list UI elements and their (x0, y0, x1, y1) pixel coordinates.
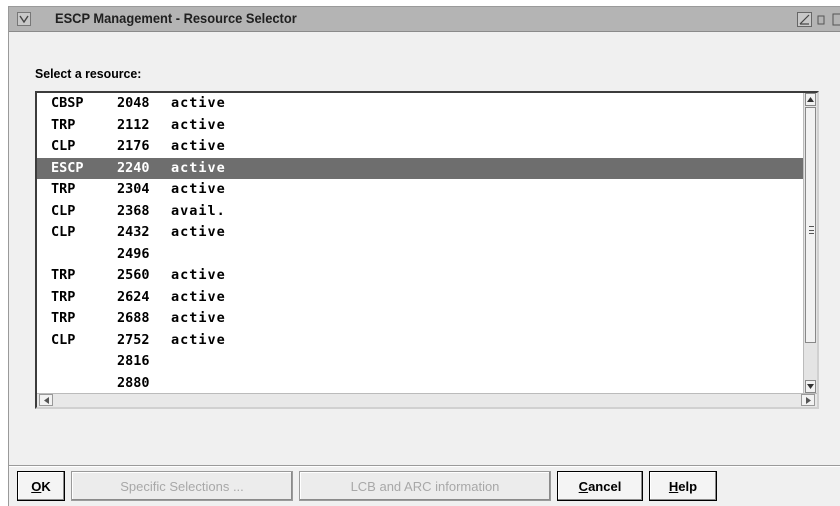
system-menu-icon[interactable] (17, 12, 31, 26)
resource-number: 2496 (117, 245, 150, 262)
restore-icon[interactable] (815, 12, 830, 27)
resource-type: CBSP (51, 95, 84, 111)
resource-number: 2112 (117, 116, 150, 133)
scroll-down-icon[interactable] (805, 380, 816, 393)
resource-row[interactable]: CLP 2752 active (37, 330, 807, 352)
resource-type: CLP (51, 202, 76, 219)
cancel-button-label: Cancel (578, 478, 622, 494)
scroll-left-icon[interactable] (39, 394, 53, 406)
resource-status: active (171, 224, 226, 240)
resource-type: ESCP (51, 159, 84, 176)
resource-number: 2688 (117, 310, 150, 326)
resource-status: active (171, 181, 226, 197)
resource-row[interactable]: 2496 (37, 244, 807, 266)
resource-selector-window: ESCP Management - Resource Selector Sele… (8, 6, 840, 506)
resource-status: active (171, 116, 226, 133)
resource-status: active (171, 331, 226, 348)
resource-number: 2176 (117, 138, 150, 154)
resource-row[interactable]: CBSP 2048 active (37, 93, 807, 115)
resource-status: avail. (171, 202, 226, 219)
title-bar[interactable]: ESCP Management - Resource Selector (9, 7, 840, 32)
resource-status: active (171, 267, 226, 283)
resource-status: active (171, 159, 226, 176)
window-title: ESCP Management - Resource Selector (55, 10, 297, 26)
resource-row[interactable]: CLP 2176 active (37, 136, 807, 158)
resource-status: active (171, 95, 226, 111)
specific-selections-label: Specific Selections ... (120, 478, 244, 494)
ok-button[interactable]: OK (17, 471, 65, 501)
resource-number: 2304 (117, 181, 150, 197)
scroll-up-icon[interactable] (805, 93, 816, 106)
resource-status: active (171, 310, 226, 326)
resource-number: 2880 (117, 374, 150, 391)
resource-number: 2752 (117, 331, 150, 348)
specific-selections-button[interactable]: Specific Selections ... (71, 471, 293, 501)
resource-row[interactable]: ESCP 2240 active (37, 157, 807, 179)
resource-type: TRP (51, 267, 76, 283)
resource-number: 2368 (117, 202, 150, 219)
resource-row[interactable]: TRP 2624 active (37, 287, 807, 309)
resource-number: 2816 (117, 353, 150, 369)
resource-number: 2432 (117, 224, 150, 240)
resource-type: TRP (51, 310, 76, 326)
resource-list: CBSP 2048 active TRP 2112 active CLP 2176 active… (37, 93, 807, 394)
resource-row[interactable]: CLP 2432 active (37, 222, 807, 244)
scroll-right-icon[interactable] (801, 394, 815, 406)
vertical-scroll-thumb[interactable] (805, 107, 816, 343)
resource-number: 2240 (117, 159, 150, 176)
minimize-icon[interactable] (797, 12, 812, 27)
grip-icon (809, 226, 814, 234)
ok-button-label: OK (31, 478, 51, 494)
resource-type: TRP (51, 116, 76, 133)
resource-row[interactable]: CLP 2368 avail. (37, 201, 807, 223)
resource-number: 2624 (117, 288, 150, 305)
select-resource-label: Select a resource: (35, 66, 142, 81)
resource-row[interactable]: TRP 2688 active (37, 308, 807, 330)
lcb-arc-information-button[interactable]: LCB and ARC information (299, 471, 551, 501)
resource-row[interactable]: 2816 (37, 351, 807, 373)
help-button[interactable]: Help (649, 471, 717, 501)
resource-type: CLP (51, 224, 76, 240)
help-button-label: Help (668, 478, 698, 494)
resource-row[interactable]: TRP 2304 active (37, 179, 807, 201)
lcb-arc-information-label: LCB and ARC information (350, 478, 500, 494)
horizontal-scrollbar[interactable] (37, 393, 817, 407)
resource-type: TRP (51, 181, 76, 197)
resource-type: CLP (51, 331, 76, 348)
resource-listbox[interactable]: CBSP 2048 active TRP 2112 active CLP 2176 active… (35, 91, 819, 409)
resource-row[interactable]: 2880 (37, 373, 807, 395)
resource-type: CLP (51, 138, 76, 154)
maximize-icon[interactable] (831, 12, 840, 27)
resource-status: active (171, 138, 226, 154)
resource-status: active (171, 288, 226, 305)
resource-type: TRP (51, 288, 76, 305)
resource-row[interactable]: TRP 2112 active (37, 115, 807, 137)
vertical-scrollbar[interactable] (803, 93, 817, 393)
resource-number: 2560 (117, 267, 150, 283)
cancel-button[interactable]: Cancel (557, 471, 643, 501)
resource-number: 2048 (117, 95, 150, 111)
button-area-separator (9, 465, 840, 467)
resource-row[interactable]: TRP 2560 active (37, 265, 807, 287)
